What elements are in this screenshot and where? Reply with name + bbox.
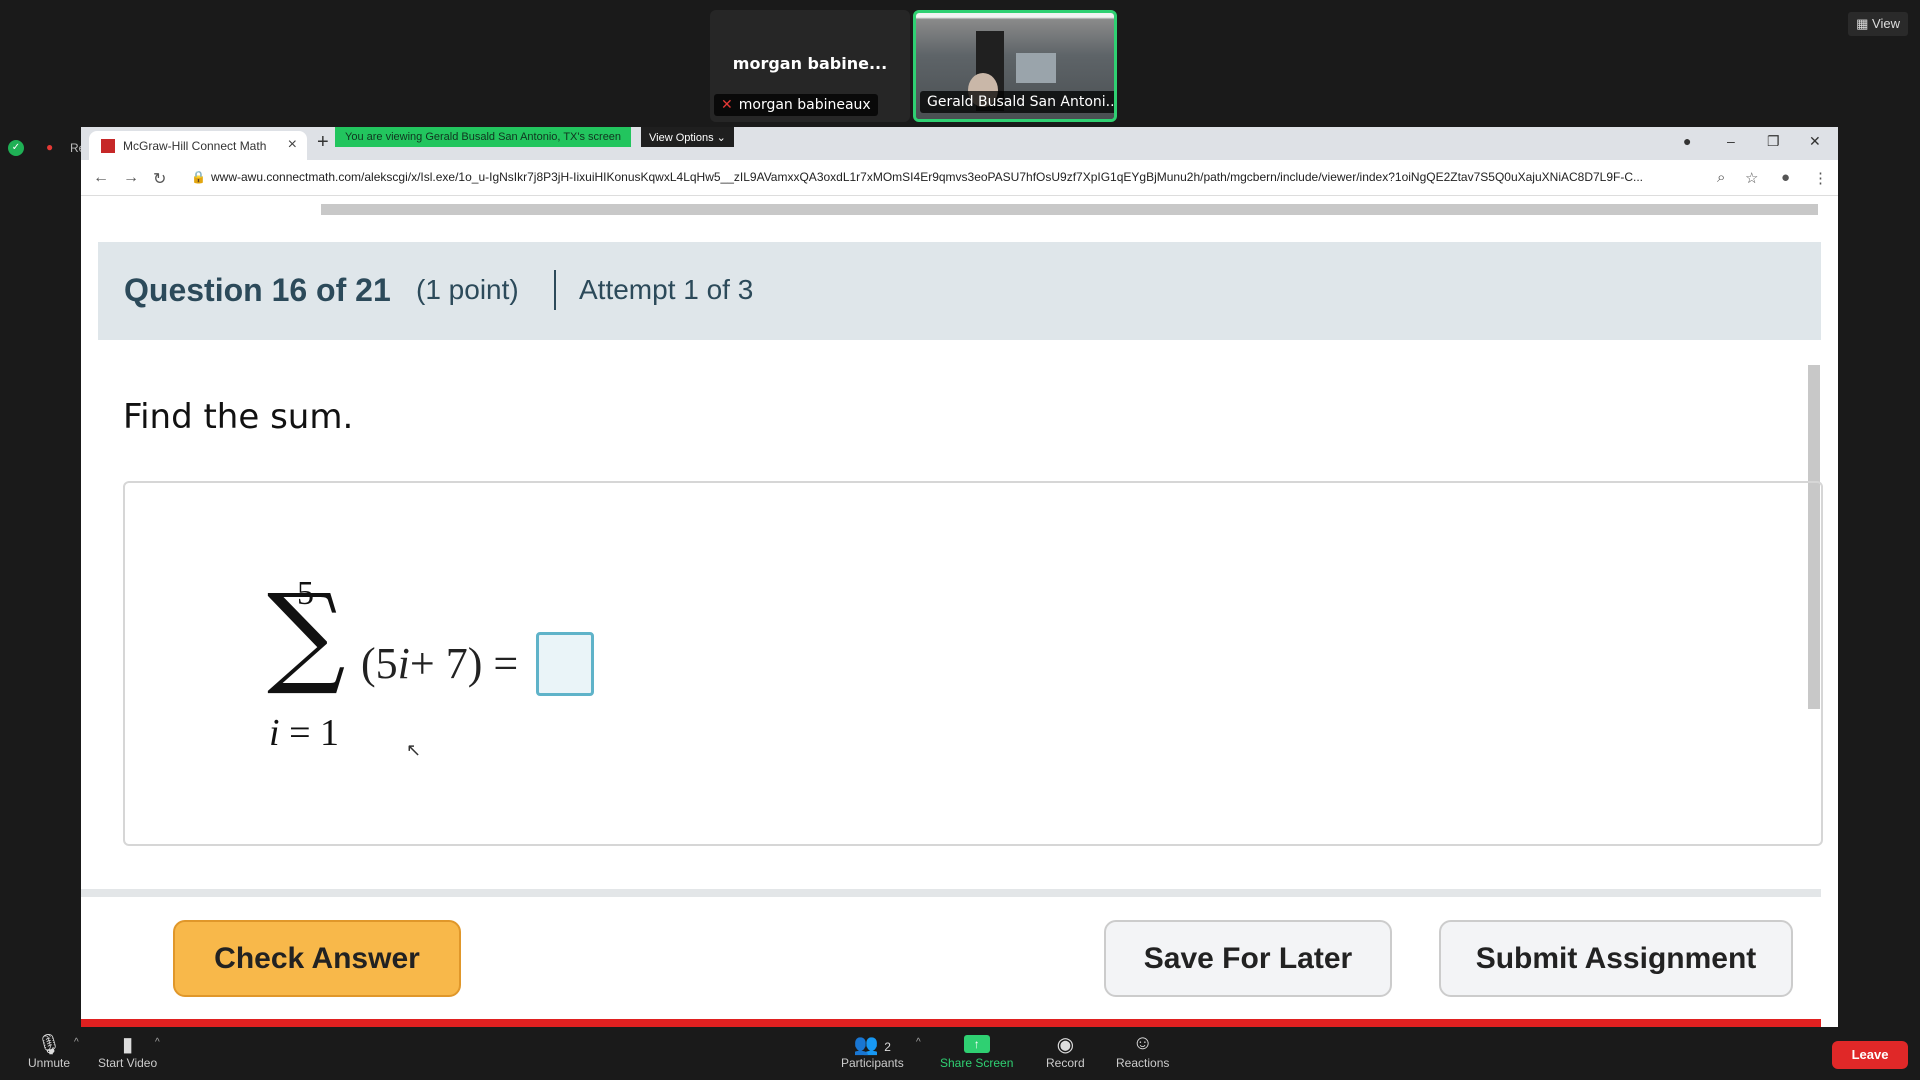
close-window-icon[interactable]: ✕ [1809, 133, 1821, 150]
question-number: Question 16 of 21 [124, 272, 391, 308]
leave-button[interactable]: Leave [1832, 1041, 1908, 1069]
sum-index-start: = 1 [279, 712, 339, 754]
mic-muted-icon: 🎙 [36, 1034, 62, 1056]
horizontal-scrollbar[interactable] [321, 204, 1818, 215]
share-screen-icon: ↑ [963, 1035, 990, 1053]
sum-index-var: i [269, 712, 280, 754]
reactions-label: Reactions [1116, 1056, 1170, 1070]
video-options-chevron-icon[interactable]: ^ [155, 1037, 160, 1048]
audio-options-chevron-icon[interactable]: ^ [74, 1037, 79, 1048]
bookmark-star-icon[interactable]: ☆ [1745, 169, 1758, 187]
participants-icon: 👥 2 [853, 1034, 891, 1056]
close-tab-icon[interactable]: × [288, 136, 297, 154]
record-icon: ● [46, 140, 54, 154]
reload-icon[interactable]: ↻ [153, 169, 166, 189]
record-icon: ◉ [1056, 1034, 1075, 1056]
check-answer-button[interactable]: Check Answer [173, 920, 461, 997]
footer-red-bar [81, 1019, 1821, 1027]
participant-label-text: morgan babineaux [738, 97, 871, 113]
tab-bar: McGraw-Hill Connect Math × + You are vie… [81, 127, 1838, 160]
question-prompt: Find the sum. [123, 397, 354, 437]
forward-icon[interactable]: → [123, 169, 139, 187]
view-button[interactable]: ▦ View [1848, 12, 1908, 36]
security-shield-icon: ✓ [8, 140, 24, 156]
mcgraw-hill-favicon-icon [101, 139, 115, 153]
unmute-button[interactable]: 🎙 Unmute [28, 1032, 70, 1070]
mouse-cursor-icon: ↖ [406, 740, 422, 760]
reactions-button[interactable]: ☺ Reactions [1116, 1032, 1169, 1070]
participant-name-large: morgan babine... [732, 54, 888, 73]
submit-assignment-button[interactable]: Submit Assignment [1439, 920, 1793, 997]
url-field[interactable]: www-awu.connectmath.com/alekscgi/x/Isl.e… [211, 170, 1691, 184]
participants-count: 2 [884, 1040, 891, 1054]
expr-open: (5 [361, 639, 398, 688]
tab-title: McGraw-Hill Connect Math [123, 139, 267, 153]
view-options-label: View Options [649, 132, 714, 144]
record-label: Record [1046, 1056, 1085, 1070]
lock-icon: 🔒 [191, 170, 206, 184]
question-header: Question 16 of 21 (1 point) Attempt 1 of… [98, 242, 1821, 340]
attempt-counter: Attempt 1 of 3 [579, 274, 754, 305]
zoom-toolbar: 🎙 Unmute ^ ▮ Start Video ^ 👥 2 Participants… [0, 1027, 1920, 1080]
header-divider [554, 270, 556, 310]
minimize-icon[interactable]: – [1727, 133, 1735, 149]
participants-chevron-icon[interactable]: ^ [916, 1037, 921, 1048]
mic-muted-icon: ✕ [721, 97, 733, 113]
unmute-label: Unmute [28, 1056, 71, 1070]
share-screen-label: Share Screen [940, 1056, 1014, 1070]
back-icon[interactable]: ← [93, 169, 109, 187]
address-bar: ← → ↻ 🔒 www-awu.connectmath.com/alekscgi… [81, 160, 1838, 196]
zoom-icon[interactable]: ⌕ [1717, 169, 1725, 186]
shared-browser-window: McGraw-Hill Connect Math × + You are vie… [81, 127, 1838, 1027]
participant-tile-morgan[interactable]: morgan babine... ✕ morgan babineaux [710, 10, 910, 122]
video-off-icon: ▮ [122, 1034, 134, 1056]
record-button[interactable]: ◉ Record [1046, 1032, 1085, 1070]
restore-icon[interactable]: ❐ [1767, 133, 1780, 150]
expr-var: i [397, 639, 410, 688]
zoom-window: morgan babine... ✕ morgan babineaux Geral… [0, 0, 1920, 1080]
participant-tile-gerald[interactable]: Gerald Busald San Antoni... [913, 10, 1117, 122]
start-video-label: Start Video [98, 1056, 158, 1070]
sum-lower-limit: i = 1 [269, 711, 339, 755]
save-for-later-button[interactable]: Save For Later [1104, 920, 1392, 997]
reactions-smiley-icon: ☺ [1132, 1032, 1153, 1054]
question-points: (1 point) [416, 274, 519, 305]
view-options-button[interactable]: View Options ⌄ [641, 127, 734, 147]
answer-input[interactable] [536, 632, 594, 696]
menu-kebab-icon[interactable]: ⋮ [1813, 169, 1828, 187]
profile-icon[interactable]: ● [1781, 169, 1790, 186]
share-screen-button[interactable]: ↑ Share Screen [940, 1032, 1013, 1070]
start-video-button[interactable]: ▮ Start Video [98, 1032, 157, 1070]
browser-tab[interactable]: McGraw-Hill Connect Math × [89, 131, 307, 160]
participant-label: ✕ morgan babineaux [714, 94, 878, 116]
participants-button[interactable]: 👥 2 Participants [841, 1032, 904, 1070]
expr-rest: + 7) = [409, 639, 519, 688]
screen-share-banner: You are viewing Gerald Busald San Antoni… [335, 127, 632, 147]
participants-label: Participants [841, 1056, 904, 1070]
summand-expression: (5i+ 7) = [361, 638, 518, 689]
summation-sigma-icon: ∑ [267, 570, 346, 698]
new-tab-icon[interactable]: + [317, 131, 329, 154]
view-label: View [1872, 16, 1900, 31]
footer-separator [81, 889, 1821, 897]
profile-download-icon[interactable]: ● [1683, 133, 1691, 149]
participant-label: Gerald Busald San Antoni... [920, 91, 1114, 113]
